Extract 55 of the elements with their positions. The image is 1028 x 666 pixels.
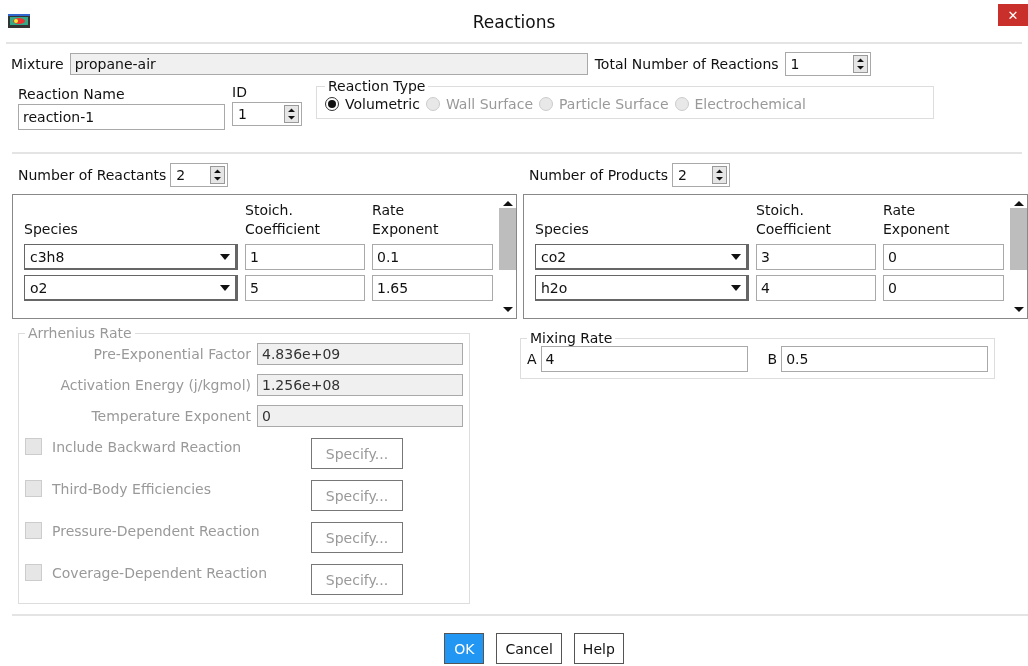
exponent-field[interactable]: 1.65 <box>372 275 493 301</box>
field-label: B <box>767 351 778 367</box>
column-header: Species <box>24 220 79 239</box>
spin-arrows-icon[interactable] <box>210 166 226 184</box>
field-label: Total Number of Reactions <box>594 56 779 72</box>
coefficient-field[interactable]: 3 <box>756 244 876 270</box>
spin-arrows-icon[interactable] <box>712 166 728 184</box>
group-title: Arrhenius Rate <box>27 325 133 341</box>
number-spinner[interactable]: 1 <box>232 102 302 126</box>
field-label: Number of Reactants <box>18 167 167 183</box>
field-label: A <box>527 351 537 367</box>
spin-arrows-icon[interactable] <box>284 105 299 123</box>
dialog-button[interactable]: Help <box>573 633 624 664</box>
coefficient-field[interactable]: 1 <box>245 244 365 270</box>
spin-arrows-icon[interactable] <box>852 55 868 73</box>
radio-label[interactable]: Volumetric <box>345 96 420 112</box>
radio-button[interactable] <box>325 97 339 111</box>
column-header: Stoich. Coefficient <box>245 201 322 239</box>
species-dropdown[interactable]: h2o <box>535 275 749 301</box>
caret-icon <box>220 284 230 291</box>
number-spinner[interactable]: 2 <box>170 163 229 187</box>
caret-icon <box>731 284 741 291</box>
number-spinner[interactable]: 2 <box>672 163 731 187</box>
column-header: Rate Exponent <box>883 201 951 239</box>
exponent-field[interactable]: 0 <box>883 244 1004 270</box>
close-button[interactable]: ✕ <box>998 4 1028 26</box>
species-dropdown[interactable]: c3h8 <box>24 244 238 270</box>
dialog-button[interactable]: Cancel <box>496 633 562 664</box>
column-header: Species <box>535 220 590 239</box>
reaction-name-field[interactable]: reaction-1 <box>18 104 225 130</box>
group-title: Mixing Rate <box>529 330 614 346</box>
exponent-field[interactable]: 0 <box>883 275 1004 301</box>
value-field[interactable]: 4 <box>540 346 748 372</box>
window-title: Reactions <box>472 12 556 32</box>
caret-icon <box>220 253 230 260</box>
field-label: Number of Products <box>529 167 669 183</box>
number-spinner[interactable]: 1 <box>784 52 871 76</box>
column-header: Stoich. Coefficient <box>756 201 833 239</box>
field-label: Activation Energy (j/kgmol) <box>60 377 251 393</box>
species-dropdown[interactable]: co2 <box>535 244 749 270</box>
caret-icon <box>731 253 741 260</box>
field-label: Reaction Name <box>18 86 126 102</box>
species-dropdown[interactable]: o2 <box>24 275 238 301</box>
group-title: Reaction Type <box>327 78 427 94</box>
exponent-field[interactable]: 0.1 <box>372 244 493 270</box>
field-label: Pre-Exponential Factor <box>93 346 251 362</box>
field-label: Temperature Exponent <box>91 408 251 424</box>
mixture-field[interactable]: propane-air <box>69 53 588 75</box>
app-icon <box>8 14 30 28</box>
field-label: Mixture <box>11 56 64 72</box>
column-header: Rate Exponent <box>372 201 440 239</box>
coefficient-field[interactable]: 4 <box>756 275 876 301</box>
value-field[interactable]: 0.5 <box>781 346 989 372</box>
coefficient-field[interactable]: 5 <box>245 275 365 301</box>
field-label: ID <box>232 84 248 100</box>
